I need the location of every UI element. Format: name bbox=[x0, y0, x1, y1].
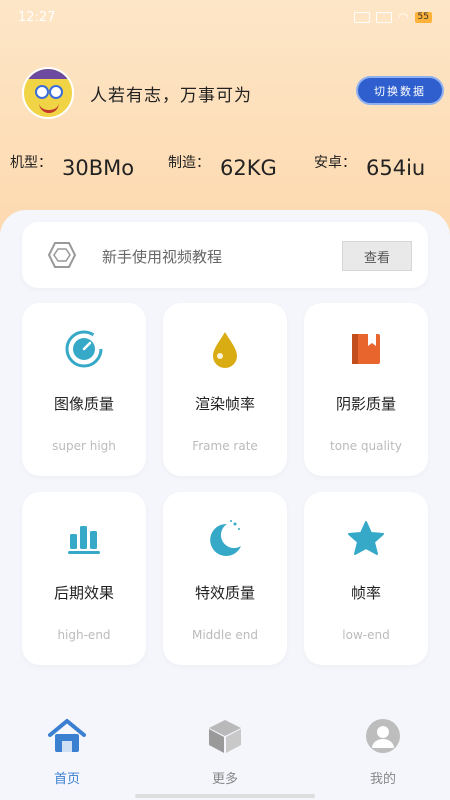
switch-data-button[interactable]: 切换数据 bbox=[358, 78, 442, 103]
tutorial-banner: 新手使用视频教程 查看 bbox=[22, 222, 428, 288]
card-post-effects[interactable]: 后期效果 high-end bbox=[22, 492, 146, 665]
avatar[interactable] bbox=[22, 67, 74, 119]
card-title: 图像质量 bbox=[53, 395, 114, 413]
gauge-icon bbox=[65, 330, 103, 368]
model-value: 30BMo bbox=[62, 156, 135, 180]
view-button[interactable]: 查看 bbox=[342, 241, 412, 271]
android-value: 654iu bbox=[366, 156, 426, 180]
home-icon bbox=[48, 719, 86, 752]
device-stats: 机型： 30BMo 制造： 62KG 安卓： 654iu bbox=[0, 148, 450, 188]
tutorial-text: 新手使用视频教程 bbox=[102, 248, 223, 266]
card-effects-quality[interactable]: 特效质量 Middle end bbox=[163, 492, 287, 665]
card-subtitle: low-end bbox=[342, 628, 390, 642]
make-value: 62KG bbox=[220, 156, 277, 180]
card-subtitle: high-end bbox=[57, 628, 111, 642]
star-icon bbox=[348, 521, 384, 555]
card-frame-rate[interactable]: 渲染帧率 Frame rate bbox=[163, 303, 287, 476]
wifi-icon: ◠ bbox=[398, 10, 409, 24]
hexagon-icon bbox=[48, 242, 76, 268]
book-icon bbox=[352, 334, 380, 364]
battery-icon: 55 bbox=[414, 11, 432, 23]
nav-label: 首页 bbox=[53, 772, 80, 787]
cube-icon bbox=[209, 720, 241, 753]
status-icons: ◠ 55 bbox=[354, 10, 432, 24]
card-subtitle: Middle end bbox=[191, 628, 259, 642]
profile-section: 人若有志，万事可为 bbox=[22, 67, 252, 119]
card-title: 阴影质量 bbox=[335, 395, 396, 413]
model-label: 机型： bbox=[10, 155, 52, 171]
card-title: 渲染帧率 bbox=[194, 395, 255, 413]
moon-icon bbox=[210, 520, 241, 556]
card-title: 后期效果 bbox=[53, 584, 114, 602]
card-subtitle: tone quality bbox=[330, 439, 402, 453]
card-subtitle: super high bbox=[52, 439, 116, 453]
nav-label: 更多 bbox=[211, 772, 238, 787]
signal-4g-icon bbox=[376, 11, 393, 23]
nav-label: 我的 bbox=[369, 772, 396, 787]
card-subtitle: Frame rate bbox=[192, 439, 258, 453]
card-title: 帧率 bbox=[350, 584, 381, 602]
status-time: 12:27 bbox=[18, 9, 56, 25]
signal-icon bbox=[354, 11, 371, 23]
make-label: 制造： bbox=[168, 155, 210, 171]
nav-profile[interactable]: 我的 bbox=[343, 718, 423, 787]
android-label: 安卓： bbox=[314, 155, 356, 171]
card-shadow-quality[interactable]: 阴影质量 tone quality bbox=[304, 303, 428, 476]
user-icon bbox=[366, 719, 400, 753]
status-bar: 12:27 ◠ 55 bbox=[0, 0, 450, 34]
drop-icon bbox=[213, 332, 237, 368]
card-title: 特效质量 bbox=[194, 584, 255, 602]
bars-icon bbox=[68, 526, 100, 554]
nav-more[interactable]: 更多 bbox=[185, 718, 265, 787]
card-frame[interactable]: 帧率 low-end bbox=[304, 492, 428, 665]
nav-home[interactable]: 首页 bbox=[27, 718, 107, 787]
bottom-nav: 首页 更多 我的 bbox=[0, 700, 450, 800]
card-image-quality[interactable]: 图像质量 super high bbox=[22, 303, 146, 476]
home-indicator bbox=[135, 794, 315, 798]
profile-motto: 人若有志，万事可为 bbox=[90, 85, 252, 106]
